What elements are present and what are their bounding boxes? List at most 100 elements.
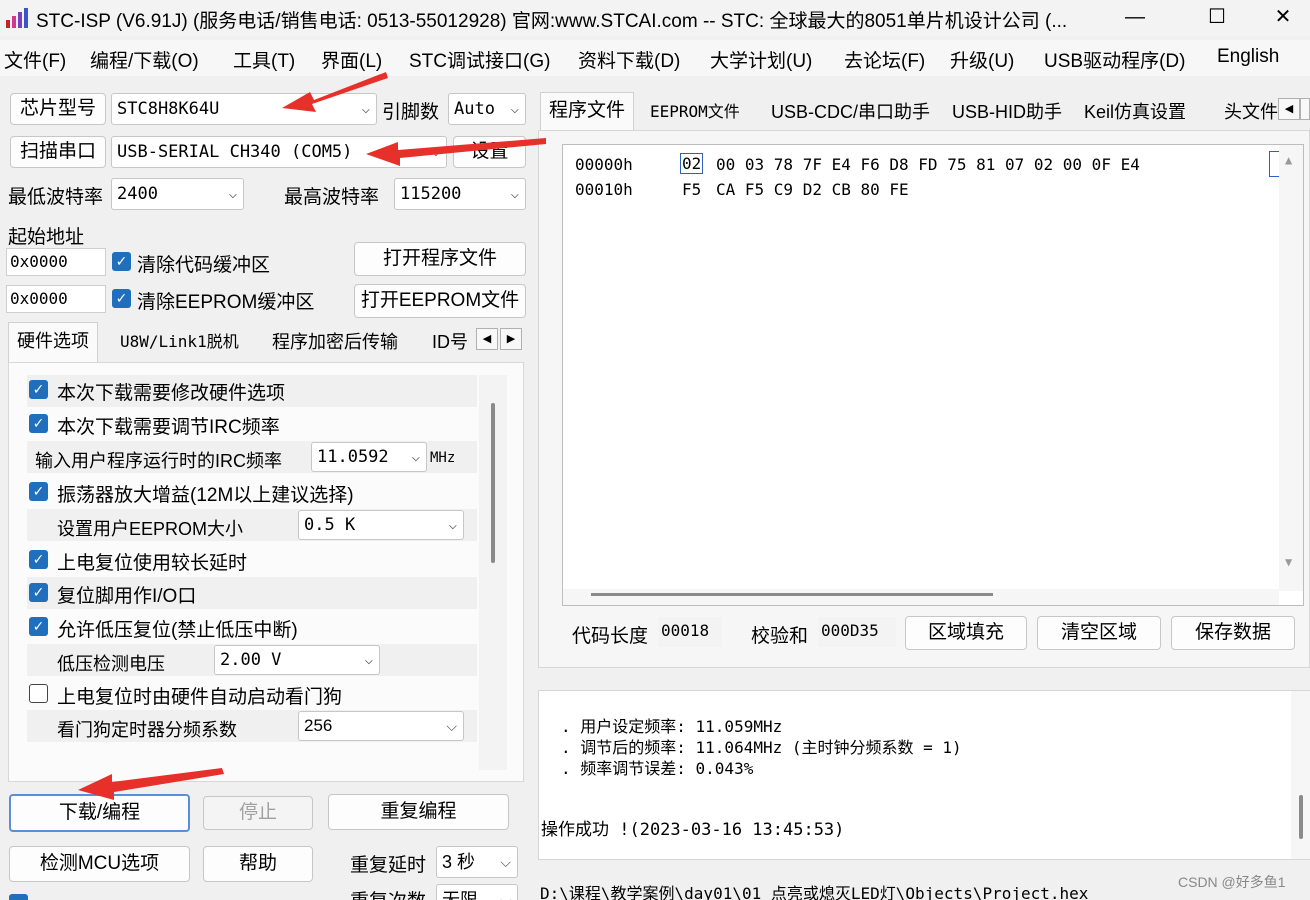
title-bar: STC-ISP (V6.91J) (服务电话/销售电话: 0513-550129… xyxy=(0,0,1310,36)
chevron-down-icon: ⌵ xyxy=(448,517,457,533)
repeat-program-button[interactable]: 重复编程 xyxy=(328,794,509,830)
hardware-options-panel: ✓ 本次下载需要修改硬件选项 ✓ 本次下载需要调节IRC频率 输入用户程序运行时… xyxy=(8,362,524,782)
scan-port-button[interactable]: 扫描串口 xyxy=(10,136,106,168)
code-start-address-input[interactable]: 0x0000 xyxy=(6,248,106,276)
max-baud-select[interactable]: 115200 ⌵ xyxy=(394,178,526,210)
log-scrollbar-thumb[interactable] xyxy=(1299,795,1303,839)
bottom-option-checkbox[interactable] xyxy=(9,894,28,900)
hex-bytes: CA F5 C9 D2 CB 80 FE xyxy=(716,180,909,199)
pins-label: 引脚数 xyxy=(382,102,440,123)
clear-code-buffer-checkbox[interactable]: ✓ xyxy=(112,252,131,271)
right-tab-scroll-right-icon[interactable] xyxy=(1300,98,1310,120)
serial-port-select[interactable]: USB-SERIAL CH340 (COM5) ⌵ xyxy=(111,136,447,168)
irc-frequency-value: 11.0592 xyxy=(317,447,389,467)
repeat-count-label: 重复次数 xyxy=(350,886,426,900)
scroll-up-icon[interactable]: ▲ xyxy=(1285,153,1292,167)
repeat-delay-label: 重复延时 xyxy=(350,855,427,876)
save-data-button[interactable]: 保存数据 xyxy=(1171,616,1295,650)
ascii-cursor xyxy=(1269,151,1279,177)
minimize-button[interactable]: — xyxy=(1108,0,1162,36)
low-voltage-threshold-value: 2.00 V xyxy=(220,650,282,670)
maximize-button[interactable]: ☐ xyxy=(1190,0,1244,36)
tab-hardware-options[interactable]: 硬件选项 xyxy=(8,322,98,362)
close-button[interactable]: ✕ xyxy=(1256,0,1310,36)
options-scrollbar[interactable] xyxy=(479,375,507,770)
menu-interface[interactable]: 界面(L) xyxy=(321,46,382,73)
code-length-value: 00018 xyxy=(658,617,722,647)
chevron-down-icon: ⌵ xyxy=(411,449,420,465)
log-output: . 用户设定频率: 11.059MHz . 调节后的频率: 11.064MHz … xyxy=(538,690,1310,860)
open-eeprom-file-button[interactable]: 打开EEPROM文件 xyxy=(354,284,526,318)
menu-usb-driver[interactable]: USB驱动程序(D) xyxy=(1044,46,1185,73)
port-settings-button[interactable]: 设置 xyxy=(453,136,526,168)
long-reset-delay-checkbox[interactable]: ✓ xyxy=(29,550,48,569)
eeprom-size-select[interactable]: 0.5 K ⌵ xyxy=(298,510,464,540)
file-path-status: D:\课程\教学案例\day01\01_点亮或熄灭LED灯\Objects\Pr… xyxy=(540,884,1089,900)
download-program-button[interactable]: 下载/编程 xyxy=(9,794,190,832)
menu-program[interactable]: 编程/下载(O) xyxy=(90,46,199,73)
low-voltage-reset-checkbox[interactable]: ✓ xyxy=(29,617,48,636)
watchdog-divider-select[interactable]: 256 ⌵ xyxy=(298,711,464,741)
irc-frequency-select[interactable]: 11.0592 ⌵ xyxy=(311,442,427,472)
hex-cursor-byte[interactable]: 02 xyxy=(680,153,704,174)
tab-scroll-left-icon[interactable]: ◀ xyxy=(476,328,498,350)
chevron-down-icon: ⌵ xyxy=(228,186,237,202)
menu-forum[interactable]: 去论坛(F) xyxy=(844,46,925,73)
tab-usb-cdc-assistant[interactable]: USB-CDC/串口助手 xyxy=(763,98,938,128)
options-scrollbar-thumb[interactable] xyxy=(491,403,495,563)
low-voltage-threshold-select[interactable]: 2.00 V ⌵ xyxy=(214,645,380,675)
open-program-file-button[interactable]: 打开程序文件 xyxy=(354,242,526,276)
menu-upgrade[interactable]: 升级(U) xyxy=(950,46,1014,73)
menu-english[interactable]: English xyxy=(1217,46,1279,68)
stop-button[interactable]: 停止 xyxy=(203,796,313,830)
adjust-irc-checkbox[interactable]: ✓ xyxy=(29,414,48,433)
repeat-delay-select[interactable]: 3 秒 ⌵ xyxy=(436,846,518,878)
menu-university[interactable]: 大学计划(U) xyxy=(710,46,812,73)
detect-mcu-button[interactable]: 检测MCU选项 xyxy=(9,846,190,882)
scroll-down-icon[interactable]: ▼ xyxy=(1285,555,1292,569)
eeprom-start-address-input[interactable]: 0x0000 xyxy=(6,285,106,313)
hex-editor[interactable]: 00000h 02 00 03 78 7F E4 F6 D8 FD 75 81 … xyxy=(562,144,1304,606)
repeat-count-select[interactable]: 无限 ⌵ xyxy=(436,884,518,900)
hex-horizontal-scrollbar[interactable] xyxy=(563,589,1279,605)
tab-header-file[interactable]: 头文件 xyxy=(1216,98,1278,128)
hex-vertical-scrollbar[interactable]: ▲ ▼ xyxy=(1279,145,1303,591)
app-logo-icon xyxy=(6,8,28,28)
hex-horizontal-scrollbar-thumb[interactable] xyxy=(591,593,993,596)
repeat-delay-value: 3 秒 xyxy=(442,852,476,872)
min-baud-label: 最低波特率 xyxy=(8,187,104,208)
min-baud-select[interactable]: 2400 ⌵ xyxy=(111,178,244,210)
modify-hw-options-checkbox[interactable]: ✓ xyxy=(29,380,48,399)
fill-region-button[interactable]: 区域填充 xyxy=(905,616,1027,650)
reset-pin-io-checkbox[interactable]: ✓ xyxy=(29,583,48,602)
tab-scroll-right-icon[interactable]: ▶ xyxy=(500,328,522,350)
log-scrollbar[interactable] xyxy=(1291,691,1310,859)
right-tab-scroll-left-icon[interactable]: ◀ xyxy=(1278,98,1300,120)
chip-model-button[interactable]: 芯片型号 xyxy=(10,93,106,125)
tab-u8w-offline[interactable]: U8W/Link1脱机 xyxy=(112,328,247,358)
menu-downloads[interactable]: 资料下载(D) xyxy=(578,46,680,73)
menu-file[interactable]: 文件(F) xyxy=(4,46,66,73)
start-address-label: 起始地址 xyxy=(8,227,85,248)
chevron-down-icon: ⌵ xyxy=(510,186,519,202)
low-voltage-threshold-label: 低压检测电压 xyxy=(57,654,165,674)
checksum-value: 000D35 xyxy=(818,617,896,647)
clear-region-button[interactable]: 清空区域 xyxy=(1037,616,1161,650)
tab-id-number[interactable]: ID号 xyxy=(424,328,476,358)
max-baud-value: 115200 xyxy=(400,184,462,204)
osc-gain-checkbox[interactable]: ✓ xyxy=(29,482,48,501)
watchdog-autostart-checkbox[interactable] xyxy=(29,684,48,703)
clear-eeprom-buffer-checkbox[interactable]: ✓ xyxy=(112,289,131,308)
menu-debug[interactable]: STC调试接口(G) xyxy=(409,46,550,73)
chevron-down-icon: ⌵ xyxy=(431,144,440,160)
modify-hw-options-label: 本次下载需要修改硬件选项 xyxy=(57,383,286,404)
tab-keil-sim-settings[interactable]: Keil仿真设置 xyxy=(1076,98,1194,128)
tab-usb-hid-assistant[interactable]: USB-HID助手 xyxy=(944,98,1070,128)
tab-encrypted-transfer[interactable]: 程序加密后传输 xyxy=(264,328,406,358)
menu-tools[interactable]: 工具(T) xyxy=(233,46,295,73)
pins-select[interactable]: Auto ⌵ xyxy=(448,93,526,125)
tab-eeprom-file[interactable]: EEPROM文件 xyxy=(642,98,748,128)
tab-program-file[interactable]: 程序文件 xyxy=(540,92,635,132)
help-button[interactable]: 帮助 xyxy=(203,846,313,882)
chip-model-select[interactable]: STC8H8K64U ⌵ xyxy=(111,93,377,125)
